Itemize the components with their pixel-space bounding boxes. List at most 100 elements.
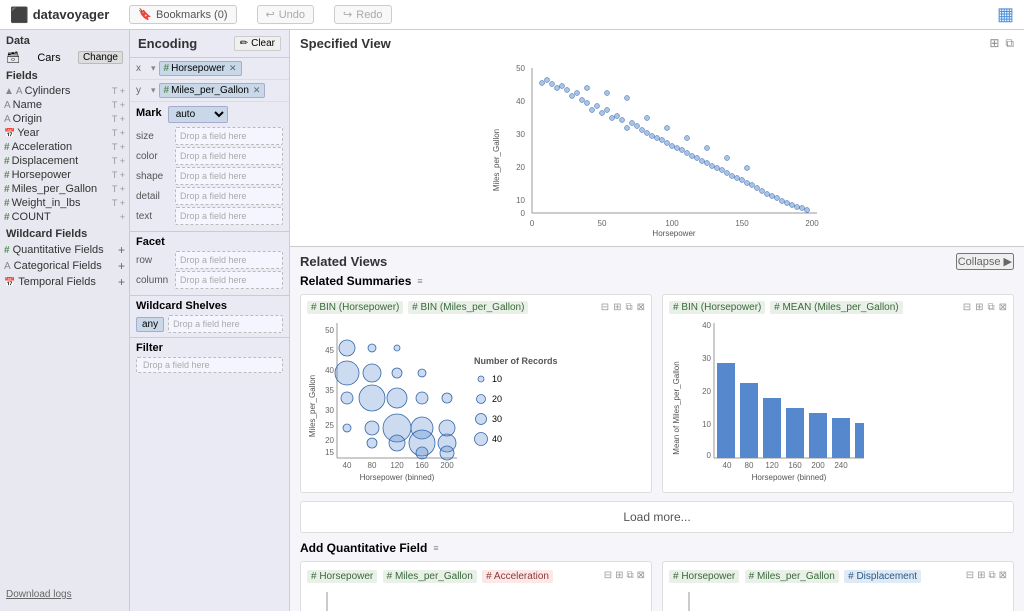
shape-drop-target[interactable]: Drop a field here xyxy=(175,167,283,185)
app-icon: ▦ xyxy=(997,4,1014,24)
column-drop-target[interactable]: Drop a field here xyxy=(175,271,283,289)
facet-section: Facet row Drop a field here column Drop … xyxy=(130,231,289,295)
summaries-grid: # BIN (Horsepower) # BIN (Miles_per_Gall… xyxy=(300,294,1014,493)
hash-icon: # xyxy=(4,245,10,256)
field-item[interactable]: ▲ A Cylinders T + xyxy=(0,84,129,98)
wildcard-temporal[interactable]: 📅 Temporal Fields + xyxy=(0,274,129,290)
size-drop-target[interactable]: Drop a field here xyxy=(175,127,283,145)
wildcard-quantitative[interactable]: # Quantitative Fields + xyxy=(0,242,129,258)
remove-x-field-button[interactable]: ✕ xyxy=(229,63,237,74)
mark-type-select[interactable]: autopointbarlinearea xyxy=(168,106,228,123)
text-drop-target[interactable]: Drop a field here xyxy=(175,207,283,225)
expand-icon[interactable]: ⊠ xyxy=(637,302,645,313)
svg-text:0: 0 xyxy=(530,219,535,228)
add-categorical-button[interactable]: + xyxy=(118,259,125,273)
copy-icon[interactable]: ⧉ xyxy=(626,570,633,581)
mark-section: Mark autopointbarlinearea size Drop a fi… xyxy=(130,102,289,231)
pencil-icon: ✏ xyxy=(240,38,248,49)
expand-icon[interactable]: ⊠ xyxy=(999,302,1007,313)
bookmark-icon[interactable]: ⊞ xyxy=(977,570,985,581)
svg-text:0: 0 xyxy=(707,451,712,460)
any-drop-target[interactable]: Drop a field here xyxy=(168,315,283,333)
bookmark-icon[interactable]: ⊞ xyxy=(975,302,983,313)
x-field-tag[interactable]: # Horsepower ✕ xyxy=(159,61,242,76)
add-quant-icon: ≡ xyxy=(433,543,438,553)
bar-chart: 40 30 20 10 0 40 80 120 160 200 240 Hors… xyxy=(669,318,869,483)
redo-button[interactable]: ↪ Redo xyxy=(334,5,392,24)
field-item-count[interactable]: # COUNT + xyxy=(0,210,129,224)
summary-card-bar: # BIN (Horsepower) # MEAN (Miles_per_Gal… xyxy=(662,294,1014,493)
row-drop-target[interactable]: Drop a field here xyxy=(175,251,283,269)
bubble-chart-area: 50 45 40 35 30 25 20 15 40 80 120 xyxy=(307,318,645,483)
a-icon: A xyxy=(4,261,11,272)
topbar: ⬛ datavoyager 🔖 Bookmarks (0) ↩ Undo ↪ R… xyxy=(0,0,1024,30)
field-item[interactable]: # Weight_in_lbs T + xyxy=(0,196,129,210)
copy-icon[interactable]: ⧉ xyxy=(1005,36,1014,51)
field-item[interactable]: 📅 Year T + xyxy=(0,126,129,140)
copy-icon[interactable]: ⧉ xyxy=(625,302,632,313)
field-item[interactable]: A Name T + xyxy=(0,98,129,112)
type-icon2: A xyxy=(16,86,23,97)
specified-view-section: Specified View ⊞ ⧉ 50 40 30 20 10 xyxy=(290,30,1024,247)
pin-icon[interactable]: ⊟ xyxy=(601,302,609,313)
add-temporal-button[interactable]: + xyxy=(118,275,125,289)
download-logs-link[interactable]: Download logs xyxy=(0,583,129,606)
svg-text:30: 30 xyxy=(516,130,525,139)
chevron-right-icon: ▶ xyxy=(1004,255,1012,268)
detail-drop-target[interactable]: Drop a field here xyxy=(175,187,283,205)
specified-view-actions: ⊞ ⧉ xyxy=(989,36,1014,51)
wildcard-categorical[interactable]: A Categorical Fields + xyxy=(0,258,129,274)
svg-text:0: 0 xyxy=(521,209,526,218)
expand-icon[interactable]: ⊠ xyxy=(999,570,1007,581)
filter-drop-target[interactable]: Drop a field here xyxy=(136,357,283,373)
add-quantitative-button[interactable]: + xyxy=(118,243,125,257)
copy-icon[interactable]: ⧉ xyxy=(987,302,994,313)
bookmark-icon[interactable]: ⊞ xyxy=(615,570,623,581)
bookmark-icon[interactable]: ⊞ xyxy=(613,302,621,313)
clear-encoding-button[interactable]: ✏ Clear xyxy=(234,36,281,51)
svg-text:Mean of Miles_per_Gallon: Mean of Miles_per_Gallon xyxy=(672,361,681,454)
undo-button[interactable]: ↩ Undo xyxy=(257,5,315,24)
svg-text:15: 15 xyxy=(325,448,334,457)
content-area: Specified View ⊞ ⧉ 50 40 30 20 10 xyxy=(290,30,1024,611)
bookmarks-button[interactable]: 🔖 Bookmarks (0) xyxy=(129,5,236,24)
data-section-title: Data xyxy=(0,30,129,49)
type-icon: 📅 xyxy=(4,128,15,139)
add-quant-section: Add Quantitative Field ≡ xyxy=(300,541,1014,555)
pin-icon[interactable]: ⊟ xyxy=(966,570,974,581)
pin-icon[interactable]: ⊟ xyxy=(604,570,612,581)
export-icon[interactable]: ⊞ xyxy=(989,36,999,51)
field-item[interactable]: # Displacement T + xyxy=(0,154,129,168)
specified-view-header: Specified View ⊞ ⧉ xyxy=(300,36,1014,51)
expand-icon[interactable]: ⊠ xyxy=(637,570,645,581)
quant-card-displacement: # Horsepower # Miles_per_Gallon # Displa… xyxy=(662,561,1014,611)
svg-text:20: 20 xyxy=(325,436,334,445)
field-item[interactable]: # Horsepower T + xyxy=(0,168,129,182)
field-item[interactable]: A Origin T + xyxy=(0,112,129,126)
y-field-tag[interactable]: # Miles_per_Gallon ✕ xyxy=(159,83,266,98)
field-item[interactable]: # Acceleration T + xyxy=(0,140,129,154)
logo-text: datavoyager xyxy=(33,7,110,22)
load-more-button[interactable]: Load more... xyxy=(300,501,1014,533)
wildcard-section-title: Wildcard Fields xyxy=(0,224,129,242)
y-axis-label: y xyxy=(136,85,148,96)
collapse-button[interactable]: Collapse ▶ xyxy=(956,253,1014,270)
mark-header: Mark xyxy=(136,107,162,119)
svg-text:35: 35 xyxy=(325,386,334,395)
related-views-section: Related Views Collapse ▶ Related Summari… xyxy=(290,247,1024,611)
remove-y-field-button[interactable]: ✕ xyxy=(253,85,261,96)
svg-text:10: 10 xyxy=(516,196,525,205)
copy-icon[interactable]: ⧉ xyxy=(988,570,995,581)
svg-text:50: 50 xyxy=(325,326,334,335)
field-item[interactable]: # Miles_per_Gallon T + xyxy=(0,182,129,196)
bookmarks-label: Bookmarks (0) xyxy=(156,9,228,21)
svg-text:120: 120 xyxy=(765,461,779,470)
color-drop-target[interactable]: Drop a field here xyxy=(175,147,283,165)
change-dataset-button[interactable]: Change xyxy=(78,51,123,64)
related-views-header: Related Views Collapse ▶ xyxy=(300,253,1014,270)
mark-shape-row: shape Drop a field here xyxy=(136,167,283,185)
svg-text:40: 40 xyxy=(702,321,711,330)
pin-icon[interactable]: ⊟ xyxy=(963,302,971,313)
summary-card-header: # BIN (Horsepower) # BIN (Miles_per_Gall… xyxy=(307,301,645,314)
x-axis-label: x xyxy=(136,63,148,74)
